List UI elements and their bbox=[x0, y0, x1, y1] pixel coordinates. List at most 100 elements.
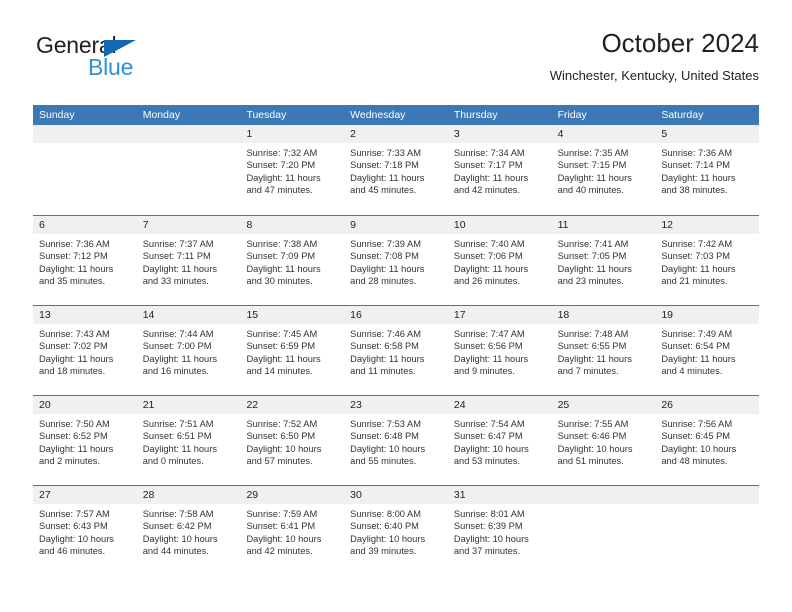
sunrise-text: Sunrise: 7:42 AM bbox=[661, 239, 733, 249]
calendar-day-cell[interactable]: 18 Sunrise: 7:48 AM Sunset: 6:55 PM Dayligh… bbox=[551, 306, 656, 395]
sunrise-text: Sunrise: 7:37 AM bbox=[142, 239, 214, 249]
calendar-day-cell[interactable]: 31 Sunrise: 8:01 AM Sunset: 6:39 PM Dayligh… bbox=[447, 486, 552, 575]
calendar-day-cell[interactable]: 19 Sunrise: 7:49 AM Sunset: 6:54 PM Dayligh… bbox=[655, 306, 760, 395]
day-number: 18 bbox=[551, 306, 656, 324]
day-sun-info: Sunrise: 7:54 AM Sunset: 6:47 PM Daylight:… bbox=[448, 414, 552, 468]
day-sun-info: Sunrise: 7:59 AM Sunset: 6:41 PM Daylight:… bbox=[240, 504, 344, 558]
general-blue-logo[interactable]: General Blue bbox=[33, 32, 273, 90]
calendar-day-cell[interactable]: 12 Sunrise: 7:42 AM Sunset: 7:03 PM Dayligh… bbox=[655, 216, 760, 305]
sunrise-text: Sunrise: 7:36 AM bbox=[39, 239, 110, 249]
calendar-day-cell[interactable]: 15 Sunrise: 7:45 AM Sunset: 6:59 PM Dayligh… bbox=[240, 306, 345, 395]
page-title: October 2024 bbox=[601, 28, 759, 58]
daylight-text: Daylight: 11 hours and 28 minutes. bbox=[350, 263, 425, 287]
calendar-day-cell[interactable]: 26 Sunrise: 7:56 AM Sunset: 6:45 PM Dayligh… bbox=[655, 396, 760, 485]
day-number: 4 bbox=[551, 125, 656, 143]
sunrise-text: Sunrise: 7:47 AM bbox=[453, 329, 525, 339]
calendar-day-cell[interactable]: 11 Sunrise: 7:41 AM Sunset: 7:05 PM Dayligh… bbox=[551, 216, 656, 305]
daylight-text: Daylight: 11 hours and 4 minutes. bbox=[661, 353, 736, 377]
calendar-day-cell[interactable]: 5 Sunrise: 7:36 AM Sunset: 7:14 PM Daylight… bbox=[655, 125, 760, 215]
sunset-text: Sunset: 7:17 PM bbox=[453, 160, 523, 171]
calendar-day-cell[interactable]: 2 Sunrise: 7:33 AM Sunset: 7:18 PM Daylight… bbox=[344, 125, 448, 215]
day-sun-info: Sunrise: 7:33 AM Sunset: 7:18 PM Daylight:… bbox=[344, 143, 448, 197]
calendar-day-cell[interactable]: 10 Sunrise: 7:40 AM Sunset: 7:06 PM Dayligh… bbox=[447, 216, 552, 305]
logo-text-blue: Blue bbox=[88, 54, 134, 80]
calendar-day-cell[interactable]: 21 Sunrise: 7:51 AM Sunset: 6:51 PM Dayligh… bbox=[136, 396, 241, 485]
day-sun-info: Sunrise: 7:34 AM Sunset: 7:17 PM Daylight:… bbox=[448, 143, 552, 197]
calendar-day-cell[interactable]: 8 Sunrise: 7:38 AM Sunset: 7:09 PM Daylight… bbox=[240, 216, 345, 305]
calendar-day-cell[interactable]: 27 Sunrise: 7:57 AM Sunset: 6:43 PM Dayligh… bbox=[33, 486, 137, 575]
calendar-day-cell[interactable]: 24 Sunrise: 7:54 AM Sunset: 6:47 PM Dayligh… bbox=[447, 396, 552, 485]
day-number: 2 bbox=[344, 125, 448, 143]
day-sun-info: Sunrise: 7:56 AM Sunset: 6:45 PM Daylight:… bbox=[655, 414, 759, 468]
calendar-day-cell[interactable]: 22 Sunrise: 7:52 AM Sunset: 6:50 PM Dayligh… bbox=[240, 396, 345, 485]
day-sun-info: Sunrise: 7:39 AM Sunset: 7:08 PM Daylight:… bbox=[344, 234, 448, 288]
calendar-day-cell[interactable]: 14 Sunrise: 7:44 AM Sunset: 7:00 PM Dayligh… bbox=[136, 306, 241, 395]
calendar-day-cell[interactable]: 1 Sunrise: 7:32 AM Sunset: 7:20 PM Daylight… bbox=[240, 125, 345, 215]
day-number: 27 bbox=[33, 486, 137, 504]
day-number: 25 bbox=[551, 396, 656, 414]
day-number: 19 bbox=[655, 306, 760, 324]
daylight-text: Daylight: 11 hours and 35 minutes. bbox=[39, 263, 114, 287]
day-number: 11 bbox=[551, 216, 656, 234]
day-sun-info: Sunrise: 7:49 AM Sunset: 6:54 PM Daylight:… bbox=[655, 324, 759, 378]
day-number bbox=[136, 125, 241, 143]
sunrise-text: Sunrise: 7:58 AM bbox=[142, 509, 214, 519]
day-sun-info: Sunrise: 7:32 AM Sunset: 7:20 PM Daylight:… bbox=[240, 143, 344, 197]
daylight-text: Daylight: 11 hours and 11 minutes. bbox=[350, 353, 425, 377]
daylight-text: Daylight: 11 hours and 14 minutes. bbox=[246, 353, 321, 377]
day-number: 6 bbox=[33, 216, 137, 234]
calendar-day-cell[interactable]: 7 Sunrise: 7:37 AM Sunset: 7:11 PM Daylight… bbox=[136, 216, 241, 305]
calendar-day-cell[interactable]: 20 Sunrise: 7:50 AM Sunset: 6:52 PM Dayligh… bbox=[33, 396, 137, 485]
calendar-day-cell[interactable]: 6 Sunrise: 7:36 AM Sunset: 7:12 PM Daylight… bbox=[33, 216, 137, 305]
day-sun-info: Sunrise: 7:45 AM Sunset: 6:59 PM Daylight:… bbox=[240, 324, 344, 378]
sunrise-text: Sunrise: 7:33 AM bbox=[350, 148, 421, 158]
calendar-day-cell[interactable]: 3 Sunrise: 7:34 AM Sunset: 7:17 PM Daylight… bbox=[447, 125, 552, 215]
sunrise-text: Sunrise: 7:45 AM bbox=[246, 329, 318, 339]
sunset-text: Sunset: 7:08 PM bbox=[350, 251, 419, 262]
sunset-text: Sunset: 7:06 PM bbox=[453, 251, 523, 262]
calendar-day-cell[interactable]: 16 Sunrise: 7:46 AM Sunset: 6:58 PM Dayligh… bbox=[344, 306, 448, 395]
sunset-text: Sunset: 6:43 PM bbox=[39, 521, 108, 532]
daylight-text: Daylight: 11 hours and 33 minutes. bbox=[142, 263, 217, 287]
day-sun-info: Sunrise: 7:38 AM Sunset: 7:09 PM Daylight:… bbox=[240, 234, 344, 288]
calendar-day-cell[interactable]: 4 Sunrise: 7:35 AM Sunset: 7:15 PM Daylight… bbox=[551, 125, 656, 215]
calendar-day-cell[interactable]: 9 Sunrise: 7:39 AM Sunset: 7:08 PM Daylight… bbox=[344, 216, 448, 305]
sunset-text: Sunset: 6:51 PM bbox=[142, 431, 212, 442]
day-sun-info: Sunrise: 7:57 AM Sunset: 6:43 PM Daylight:… bbox=[33, 504, 137, 558]
sunrise-text: Sunrise: 7:57 AM bbox=[39, 509, 110, 519]
day-number: 28 bbox=[136, 486, 241, 504]
sunrise-text: Sunrise: 7:39 AM bbox=[350, 239, 421, 249]
sunrise-text: Sunrise: 7:34 AM bbox=[453, 148, 525, 158]
sunset-text: Sunset: 7:20 PM bbox=[246, 160, 316, 171]
day-number: 15 bbox=[240, 306, 345, 324]
daylight-text: Daylight: 10 hours and 53 minutes. bbox=[453, 443, 529, 467]
day-number: 20 bbox=[33, 396, 137, 414]
calendar-day-cell[interactable]: 28 Sunrise: 7:58 AM Sunset: 6:42 PM Dayligh… bbox=[136, 486, 241, 575]
daylight-text: Daylight: 11 hours and 45 minutes. bbox=[350, 172, 425, 196]
daylight-text: Daylight: 11 hours and 0 minutes. bbox=[142, 443, 217, 467]
weekday-header-saturday: Saturday bbox=[661, 109, 704, 121]
day-number: 1 bbox=[240, 125, 345, 143]
sunrise-text: Sunrise: 7:44 AM bbox=[142, 329, 214, 339]
day-sun-info: Sunrise: 7:35 AM Sunset: 7:15 PM Daylight:… bbox=[552, 143, 656, 197]
calendar-day-cell[interactable]: 30 Sunrise: 8:00 AM Sunset: 6:40 PM Dayligh… bbox=[344, 486, 448, 575]
calendar-day-cell[interactable]: 23 Sunrise: 7:53 AM Sunset: 6:48 PM Dayligh… bbox=[344, 396, 448, 485]
sunset-text: Sunset: 7:05 PM bbox=[557, 251, 627, 262]
calendar-weeks: 1 Sunrise: 7:32 AM Sunset: 7:20 PM Daylight… bbox=[33, 125, 760, 575]
calendar-day-cell[interactable]: 29 Sunrise: 7:59 AM Sunset: 6:41 PM Dayligh… bbox=[240, 486, 345, 575]
sunrise-text: Sunrise: 8:00 AM bbox=[350, 509, 421, 519]
calendar-day-cell[interactable]: 13 Sunrise: 7:43 AM Sunset: 7:02 PM Dayligh… bbox=[33, 306, 137, 395]
calendar-day-cell[interactable]: 17 Sunrise: 7:47 AM Sunset: 6:56 PM Dayligh… bbox=[447, 306, 552, 395]
daylight-text: Daylight: 10 hours and 37 minutes. bbox=[453, 533, 529, 557]
day-number: 26 bbox=[655, 396, 760, 414]
day-number bbox=[655, 486, 760, 504]
sunset-text: Sunset: 7:15 PM bbox=[557, 160, 627, 171]
day-number: 17 bbox=[447, 306, 552, 324]
daylight-text: Daylight: 11 hours and 30 minutes. bbox=[246, 263, 321, 287]
calendar-week-row: 20 Sunrise: 7:50 AM Sunset: 6:52 PM Dayligh… bbox=[33, 395, 760, 485]
calendar-day-cell-empty bbox=[136, 125, 241, 215]
day-sun-info: Sunrise: 7:36 AM Sunset: 7:14 PM Daylight:… bbox=[655, 143, 759, 197]
calendar-day-cell[interactable]: 25 Sunrise: 7:55 AM Sunset: 6:46 PM Dayligh… bbox=[551, 396, 656, 485]
day-number bbox=[33, 125, 137, 143]
sunset-text: Sunset: 6:48 PM bbox=[350, 431, 419, 442]
